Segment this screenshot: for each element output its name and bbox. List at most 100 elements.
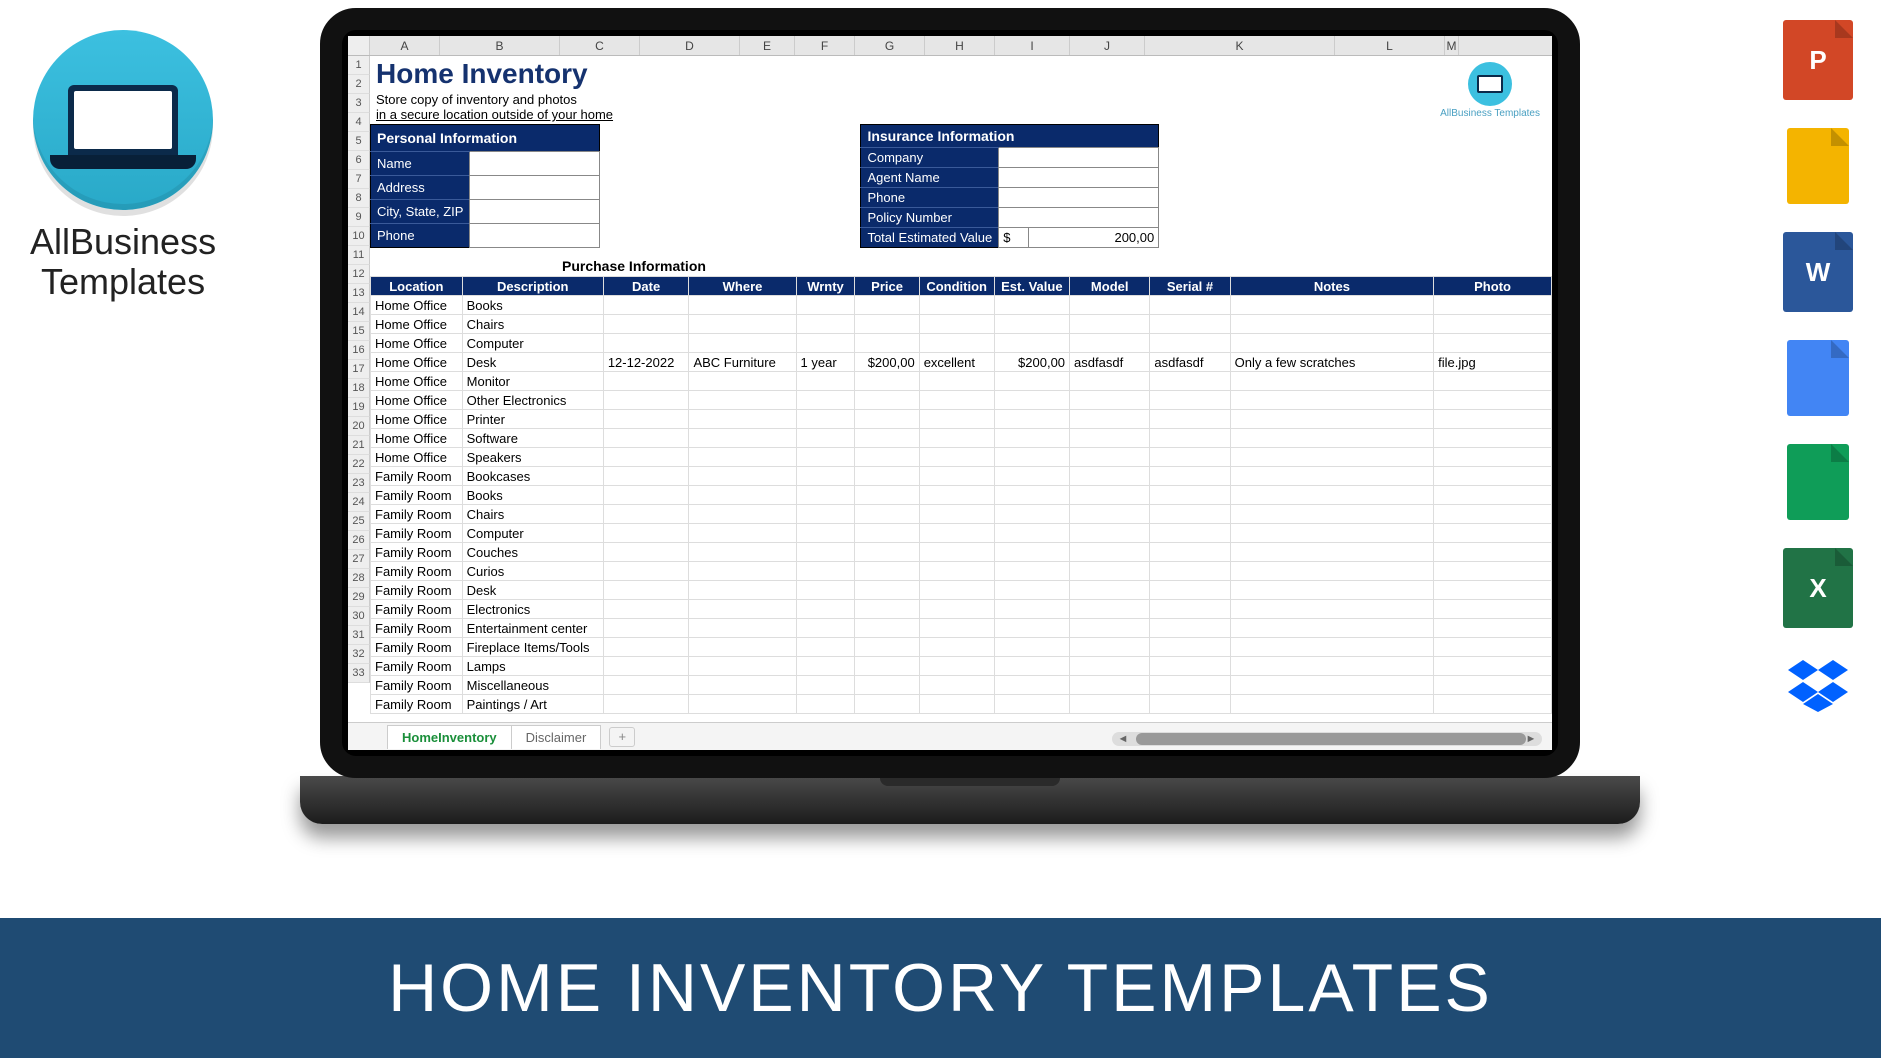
- grid-cell[interactable]: [1150, 676, 1230, 695]
- grid-cell[interactable]: [994, 619, 1069, 638]
- grid-cell[interactable]: Home Office: [371, 391, 463, 410]
- col-letter[interactable]: H: [925, 36, 995, 55]
- col-letter[interactable]: A: [370, 36, 440, 55]
- table-row[interactable]: Family RoomMiscellaneous: [371, 676, 1552, 695]
- grid-cell[interactable]: Family Room: [371, 676, 463, 695]
- row-number[interactable]: 32: [348, 645, 370, 664]
- grid-cell[interactable]: [1150, 296, 1230, 315]
- grid-cell[interactable]: [603, 296, 689, 315]
- grid-cell[interactable]: [689, 676, 796, 695]
- grid-cell[interactable]: [1150, 410, 1230, 429]
- row-number[interactable]: 31: [348, 626, 370, 645]
- grid-cell[interactable]: [1070, 524, 1150, 543]
- grid-cell[interactable]: ABC Furniture: [689, 353, 796, 372]
- grid-cell[interactable]: [855, 467, 919, 486]
- grid-header[interactable]: Condition: [919, 277, 994, 296]
- grid-cell[interactable]: [1150, 638, 1230, 657]
- table-row[interactable]: Family RoomLamps: [371, 657, 1552, 676]
- grid-cell[interactable]: [1434, 524, 1552, 543]
- grid-cell[interactable]: [1150, 657, 1230, 676]
- grid-cell[interactable]: [689, 695, 796, 714]
- grid-cell[interactable]: [919, 676, 994, 695]
- grid-cell[interactable]: file.jpg: [1434, 353, 1552, 372]
- grid-cell[interactable]: [689, 410, 796, 429]
- grid-cell[interactable]: [919, 448, 994, 467]
- col-letter[interactable]: B: [440, 36, 560, 55]
- row-number[interactable]: 14: [348, 303, 370, 322]
- excel-icon[interactable]: X: [1783, 548, 1853, 628]
- grid-cell[interactable]: Family Room: [371, 524, 463, 543]
- grid-cell[interactable]: [919, 467, 994, 486]
- grid-cell[interactable]: [994, 524, 1069, 543]
- row-number[interactable]: 15: [348, 322, 370, 341]
- grid-cell[interactable]: [919, 410, 994, 429]
- grid-cell[interactable]: Computer: [462, 334, 603, 353]
- grid-header[interactable]: Wrnty: [796, 277, 855, 296]
- grid-cell[interactable]: [603, 543, 689, 562]
- grid-cell[interactable]: [1434, 429, 1552, 448]
- row-number[interactable]: 23: [348, 474, 370, 493]
- insurance-field-value[interactable]: [999, 148, 1159, 168]
- grid-cell[interactable]: [919, 657, 994, 676]
- grid-cell[interactable]: [919, 296, 994, 315]
- row-number[interactable]: 29: [348, 588, 370, 607]
- personal-field-value[interactable]: [470, 224, 600, 248]
- grid-cell[interactable]: [1434, 391, 1552, 410]
- row-number[interactable]: 7: [348, 170, 370, 189]
- grid-cell[interactable]: [1070, 638, 1150, 657]
- grid-cell[interactable]: [1150, 334, 1230, 353]
- grid-cell[interactable]: Curios: [462, 562, 603, 581]
- grid-cell[interactable]: [919, 619, 994, 638]
- row-number[interactable]: 28: [348, 569, 370, 588]
- row-number[interactable]: 8: [348, 189, 370, 208]
- grid-cell[interactable]: [919, 486, 994, 505]
- google-docs-icon[interactable]: [1787, 340, 1849, 416]
- grid-cell[interactable]: [1070, 296, 1150, 315]
- grid-cell[interactable]: [1230, 315, 1433, 334]
- grid-cell[interactable]: [1070, 600, 1150, 619]
- grid-cell[interactable]: [1230, 334, 1433, 353]
- grid-cell[interactable]: [796, 448, 855, 467]
- grid-cell[interactable]: Home Office: [371, 353, 463, 372]
- grid-cell[interactable]: [796, 410, 855, 429]
- table-row[interactable]: Home OfficeMonitor: [371, 372, 1552, 391]
- grid-cell[interactable]: [1230, 619, 1433, 638]
- grid-cell[interactable]: [603, 334, 689, 353]
- grid-cell[interactable]: [855, 448, 919, 467]
- grid-cell[interactable]: [689, 467, 796, 486]
- grid-cell[interactable]: [1070, 619, 1150, 638]
- grid-cell[interactable]: Home Office: [371, 334, 463, 353]
- grid-cell[interactable]: [1150, 543, 1230, 562]
- grid-cell[interactable]: [689, 315, 796, 334]
- grid-cell[interactable]: [994, 486, 1069, 505]
- grid-cell[interactable]: [994, 429, 1069, 448]
- table-row[interactable]: Family RoomCurios: [371, 562, 1552, 581]
- grid-cell[interactable]: [994, 581, 1069, 600]
- row-number[interactable]: 21: [348, 436, 370, 455]
- grid-cell[interactable]: [1230, 657, 1433, 676]
- grid-cell[interactable]: Home Office: [371, 410, 463, 429]
- grid-cell[interactable]: [603, 467, 689, 486]
- grid-cell[interactable]: [1434, 505, 1552, 524]
- table-row[interactable]: Home OfficeOther Electronics: [371, 391, 1552, 410]
- google-slides-icon[interactable]: [1787, 128, 1849, 204]
- grid-cell[interactable]: [689, 600, 796, 619]
- grid-cell[interactable]: [603, 657, 689, 676]
- tab-disclaimer[interactable]: Disclaimer: [511, 725, 602, 749]
- grid-header[interactable]: Where: [689, 277, 796, 296]
- grid-cell[interactable]: [1230, 562, 1433, 581]
- grid-cell[interactable]: [1230, 543, 1433, 562]
- grid-cell[interactable]: [855, 619, 919, 638]
- grid-cell[interactable]: [1150, 619, 1230, 638]
- grid-cell[interactable]: [796, 429, 855, 448]
- grid-cell[interactable]: Family Room: [371, 657, 463, 676]
- grid-cell[interactable]: [1070, 505, 1150, 524]
- personal-field-value[interactable]: [470, 176, 600, 200]
- row-number[interactable]: 2: [348, 75, 370, 94]
- grid-cell[interactable]: [689, 372, 796, 391]
- grid-cell[interactable]: Monitor: [462, 372, 603, 391]
- grid-cell[interactable]: [1434, 410, 1552, 429]
- grid-cell[interactable]: [855, 676, 919, 695]
- google-sheets-icon[interactable]: [1787, 444, 1849, 520]
- grid-cell[interactable]: [994, 600, 1069, 619]
